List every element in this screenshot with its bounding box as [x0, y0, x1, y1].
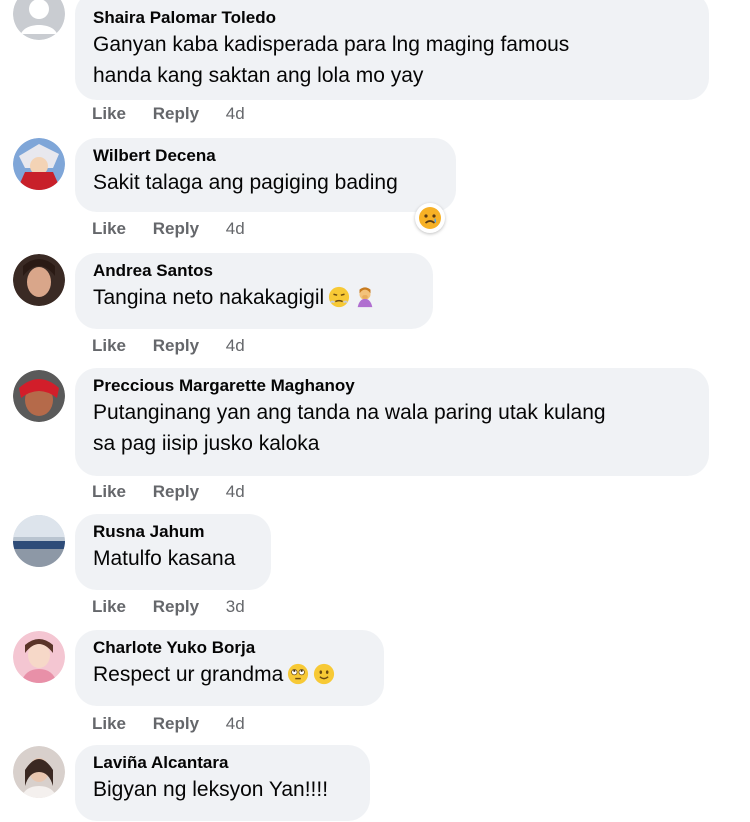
comment-author[interactable]: Wilbert Decena [93, 145, 438, 167]
comment-actions: Like Reply 3d [92, 597, 245, 617]
comment-timestamp[interactable]: 4d [226, 714, 245, 734]
comment-actions: Like Reply 4d [92, 219, 245, 239]
comment-text-line: sa pag iisip jusko kaloka [93, 432, 320, 455]
person-facepalming-emoji-icon [357, 287, 373, 308]
comment-text-line: Tangina neto nakakagigil [93, 282, 415, 313]
comment-author[interactable]: Charlote Yuko Borja [93, 637, 366, 659]
comment-author[interactable]: Preccious Margarette Maghanoy [93, 375, 691, 397]
comment-timestamp[interactable]: 4d [226, 219, 245, 239]
comment-bubble: Shaira Palomar Toledo Ganyan kaba kadisp… [75, 0, 709, 100]
avatar[interactable] [13, 370, 65, 422]
comment-timestamp[interactable]: 4d [226, 104, 245, 124]
comment-bubble: Andrea Santos Tangina neto nakakagigil [75, 253, 433, 329]
comment-text-line: Matulfo kasana [93, 547, 236, 570]
comment-actions: Like Reply 4d [92, 336, 245, 356]
reply-button[interactable]: Reply [153, 336, 199, 356]
comment-author[interactable]: Shaira Palomar Toledo [93, 7, 691, 29]
comment-text: Tangina neto nakakagigil [93, 286, 325, 309]
avatar[interactable] [13, 746, 65, 798]
comment-author[interactable]: Andrea Santos [93, 260, 415, 282]
comment-text-line: handa kang saktan ang lola mo yay [93, 64, 424, 87]
comment-feed: Shaira Palomar Toledo Ganyan kaba kadisp… [0, 0, 750, 822]
comment-author[interactable]: Rusna Jahum [93, 521, 253, 543]
comment-timestamp[interactable]: 4d [226, 336, 245, 356]
photo-avatar-icon [13, 254, 65, 306]
comment-author[interactable]: Laviña Alcantara [93, 752, 352, 774]
like-button[interactable]: Like [92, 597, 126, 617]
like-button[interactable]: Like [92, 482, 126, 502]
reply-button[interactable]: Reply [153, 597, 199, 617]
avatar[interactable] [13, 254, 65, 306]
like-button[interactable]: Like [92, 104, 126, 124]
comment-text-line: Bigyan ng leksyon Yan!!!! [93, 778, 329, 801]
portrait-avatar-icon [13, 746, 65, 798]
comment-bubble: Preccious Margarette Maghanoy Putanginan… [75, 368, 709, 476]
anime-avatar-icon [13, 138, 65, 190]
red-photo-avatar-icon [13, 370, 65, 422]
comment-text: Respect ur grandma [93, 663, 284, 686]
face-with-rolling-eyes-emoji-icon [288, 663, 309, 685]
avatar[interactable] [13, 631, 65, 683]
comment-actions: Like Reply 4d [92, 482, 245, 502]
comment-bubble: Rusna Jahum Matulfo kasana [75, 514, 271, 590]
like-button[interactable]: Like [92, 714, 126, 734]
comment-timestamp[interactable]: 4d [226, 482, 245, 502]
comment-text-line: Putanginang yan ang tanda na wala paring… [93, 401, 606, 424]
avatar[interactable] [13, 0, 65, 40]
reply-button[interactable]: Reply [153, 104, 199, 124]
avatar[interactable] [13, 138, 65, 190]
like-button[interactable]: Like [92, 219, 126, 239]
comment-bubble: Charlote Yuko Borja Respect ur grandma [75, 630, 384, 706]
slightly-smiling-face-emoji-icon [314, 663, 335, 685]
comment-text-line: Respect ur grandma [93, 659, 366, 690]
pink-photo-avatar-icon [13, 631, 65, 683]
reply-button[interactable]: Reply [153, 714, 199, 734]
comment-text-line: Sakit talaga ang pagiging bading [93, 171, 398, 194]
default-avatar-icon [13, 0, 65, 40]
comment-actions: Like Reply 4d [92, 104, 245, 124]
sad-reaction-icon[interactable] [415, 203, 445, 233]
reply-button[interactable]: Reply [153, 219, 199, 239]
comment-bubble: Wilbert Decena Sakit talaga ang pagiging… [75, 138, 456, 212]
landscape-avatar-icon [13, 515, 65, 567]
avatar[interactable] [13, 515, 65, 567]
comment-actions: Like Reply 4d [92, 714, 245, 734]
comment-timestamp[interactable]: 3d [226, 597, 245, 617]
comment-bubble: Laviña Alcantara Bigyan ng leksyon Yan!!… [75, 745, 370, 821]
reply-button[interactable]: Reply [153, 482, 199, 502]
steam-from-nose-emoji-icon [329, 286, 350, 308]
comment-text-line: Ganyan kaba kadisperada para lng maging … [93, 33, 570, 56]
like-button[interactable]: Like [92, 336, 126, 356]
